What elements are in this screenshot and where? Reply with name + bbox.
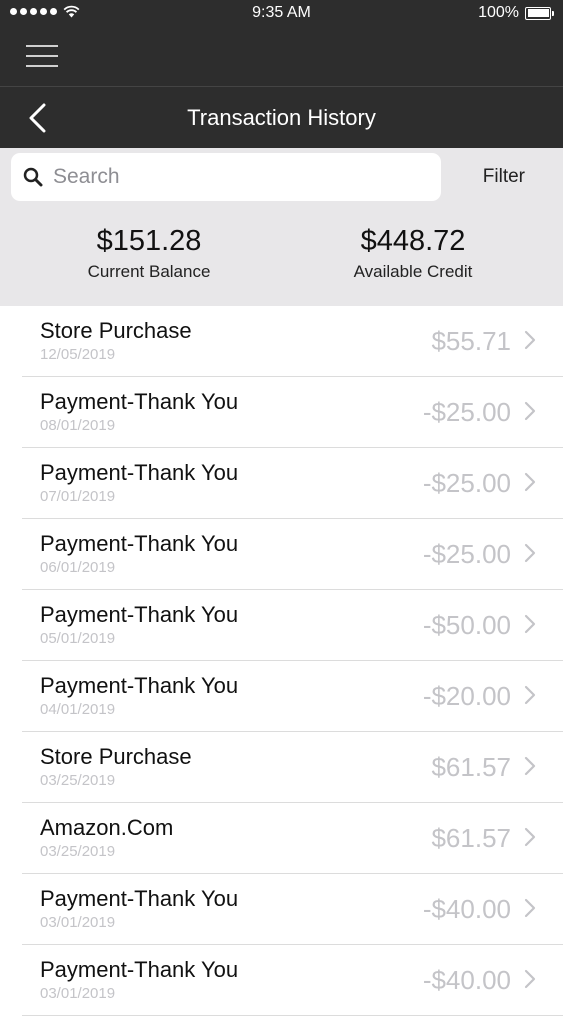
battery-percent: 100%: [478, 4, 519, 21]
transaction-row[interactable]: Store Purchase 12/05/2019 $55.71: [22, 306, 563, 377]
chevron-right-icon: [524, 472, 536, 492]
transaction-amount: $61.57: [431, 823, 511, 853]
transaction-row[interactable]: Amazon.Com 03/25/2019 $61.57: [22, 803, 563, 874]
transaction-row[interactable]: Payment-Thank You 05/01/2019 -$50.00: [22, 590, 563, 661]
app-header: 9:35 AM 100% Transaction History: [0, 0, 563, 148]
hamburger-menu-icon[interactable]: [26, 45, 58, 67]
chevron-right-icon: [524, 827, 536, 847]
transaction-row[interactable]: Payment-Thank You 07/01/2019 -$25.00: [22, 448, 563, 519]
search-bar: Filter: [0, 148, 563, 209]
available-credit-amount: $448.72: [360, 225, 466, 257]
chevron-right-icon: [524, 543, 536, 563]
page-title: Transaction History: [187, 105, 376, 130]
transaction-date: 03/25/2019: [40, 843, 116, 860]
status-bar: 9:35 AM 100%: [0, 0, 563, 28]
transaction-date: 06/01/2019: [40, 559, 116, 576]
filter-button[interactable]: Filter: [483, 166, 525, 188]
status-right: 100%: [478, 4, 554, 22]
transaction-date: 03/01/2019: [40, 914, 116, 931]
transaction-date: 07/01/2019: [40, 488, 116, 505]
transaction-date: 05/01/2019: [40, 630, 116, 647]
transaction-date: 08/01/2019: [40, 417, 116, 434]
battery-icon: [525, 6, 554, 20]
chevron-right-icon: [524, 685, 536, 705]
transaction-date: 03/01/2019: [40, 985, 116, 1002]
transaction-title: Payment-Thank You: [40, 531, 239, 556]
transaction-title: Payment-Thank You: [40, 389, 239, 414]
chevron-right-icon: [524, 330, 536, 350]
transaction-title: Amazon.Com: [40, 815, 174, 840]
search-input[interactable]: [51, 164, 415, 190]
transaction-list: Store Purchase 12/05/2019 $55.71 Payment…: [0, 306, 563, 1016]
chevron-right-icon: [524, 969, 536, 989]
available-credit: $448.72 Available Credit: [316, 225, 510, 282]
transaction-amount: -$25.00: [422, 468, 511, 498]
transaction-date: 12/05/2019: [40, 346, 116, 363]
transaction-amount: -$25.00: [422, 539, 511, 569]
transaction-amount: -$40.00: [422, 894, 511, 924]
transaction-row[interactable]: Store Purchase 03/25/2019 $61.57: [22, 732, 563, 803]
transaction-row[interactable]: Payment-Thank You 03/01/2019 -$40.00: [22, 945, 563, 1016]
transaction-title: Payment-Thank You: [40, 886, 239, 911]
transaction-amount: -$50.00: [422, 610, 511, 640]
transaction-date: 04/01/2019: [40, 701, 116, 718]
transaction-title: Payment-Thank You: [40, 460, 239, 485]
chevron-right-icon: [524, 401, 536, 421]
search-field[interactable]: [11, 153, 441, 201]
current-balance-label: Current Balance: [87, 262, 211, 281]
chevron-right-icon: [524, 614, 536, 634]
transaction-amount: $55.71: [431, 326, 511, 356]
transaction-amount: -$40.00: [422, 965, 511, 995]
nav-bar: Transaction History: [0, 87, 563, 148]
transaction-amount: $61.57: [431, 752, 511, 782]
search-icon: [23, 167, 43, 187]
chevron-right-icon: [524, 898, 536, 918]
available-credit-label: Available Credit: [353, 262, 473, 281]
transaction-title: Payment-Thank You: [40, 957, 239, 982]
transaction-title: Store Purchase: [40, 744, 192, 769]
transaction-title: Store Purchase: [40, 318, 192, 343]
current-balance-amount: $151.28: [96, 225, 202, 257]
transaction-title: Payment-Thank You: [40, 673, 239, 698]
transaction-date: 03/25/2019: [40, 772, 116, 789]
chevron-right-icon: [524, 756, 536, 776]
transaction-title: Payment-Thank You: [40, 602, 239, 627]
current-balance: $151.28 Current Balance: [52, 225, 246, 282]
menu-bar: [0, 28, 563, 87]
transaction-row[interactable]: Payment-Thank You 06/01/2019 -$25.00: [22, 519, 563, 590]
transaction-row[interactable]: Payment-Thank You 08/01/2019 -$25.00: [22, 377, 563, 448]
transaction-row[interactable]: Payment-Thank You 03/01/2019 -$40.00: [22, 874, 563, 945]
transaction-amount: -$20.00: [422, 681, 511, 711]
account-summary: $151.28 Current Balance $448.72 Availabl…: [0, 209, 563, 306]
transaction-row[interactable]: Payment-Thank You 04/01/2019 -$20.00: [22, 661, 563, 732]
transaction-amount: -$25.00: [422, 397, 511, 427]
